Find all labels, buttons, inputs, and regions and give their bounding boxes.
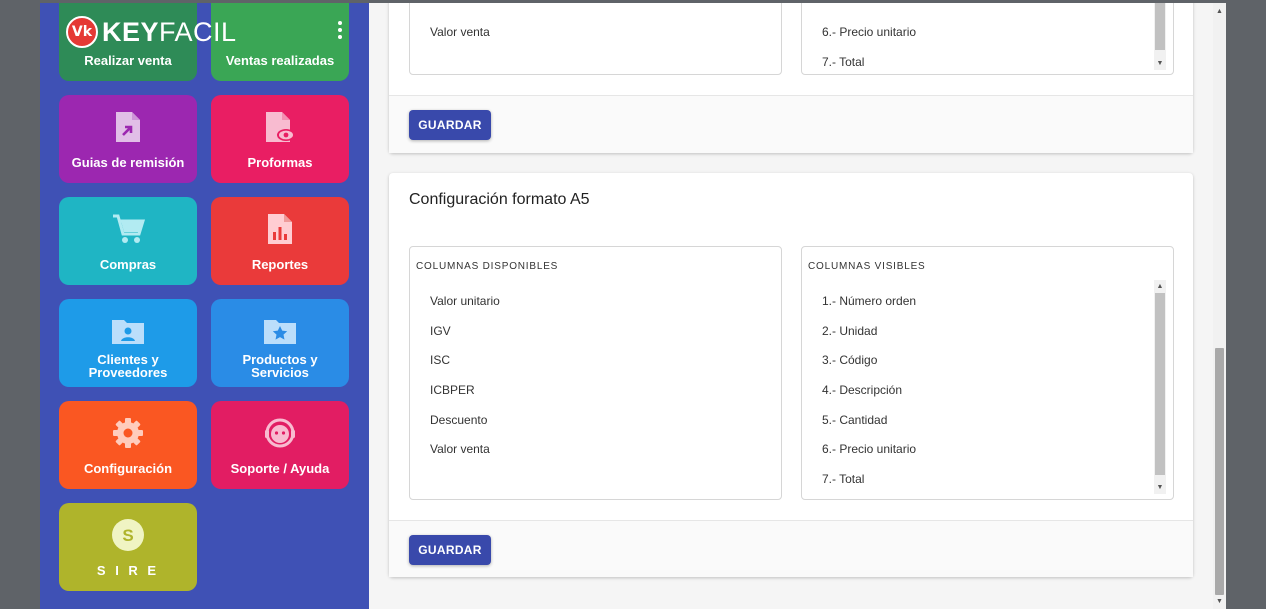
list-item[interactable]: 4.- Descripción [822,383,902,397]
tile-label: S I R E [96,563,160,578]
tile-label: Compras [99,257,157,272]
config-card-previous: Valor venta 6.- Precio unitario 7.- Tota… [389,3,1193,153]
tile-clientes-proveedores[interactable]: Clientes y Proveedores [59,299,197,387]
save-button[interactable]: GUARDAR [409,110,491,140]
scroll-up-icon[interactable]: ▲ [1213,5,1226,17]
tile-reportes[interactable]: Reportes [211,197,349,285]
tile-guias-remision[interactable]: Guias de remisión [59,95,197,183]
tile-label: Clientes y Proveedores [88,352,168,380]
list-item[interactable]: 2.- Unidad [822,324,877,338]
list-scrollbar[interactable]: ▲ ▼ [1154,280,1166,494]
visible-columns-list[interactable]: 6.- Precio unitario 7.- Total ▼ [801,3,1174,75]
tile-label: Configuración [83,461,173,476]
list-item[interactable]: Descuento [430,413,487,427]
logo-mark: Vk [66,16,98,48]
tile-label: Reportes [251,257,309,272]
folder-person-icon [111,313,145,349]
list-item[interactable]: 3.- Código [822,353,877,367]
tile-label: Productos y Servicios [242,352,318,380]
folder-star-icon [263,313,297,349]
card-title: Configuración formato A5 [409,191,590,208]
tile-compras[interactable]: Compras [59,197,197,285]
tile-sire[interactable]: S S I R E [59,503,197,591]
tile-label: Realizar venta [84,53,172,68]
support-face-icon [263,415,297,451]
file-arrow-icon [111,109,145,145]
list-item[interactable]: Valor unitario [430,294,500,308]
tile-label: Proformas [247,155,313,170]
svg-text:S: S [122,526,133,545]
save-button[interactable]: GUARDAR [409,535,491,565]
scroll-down-icon[interactable]: ▼ [1154,57,1166,69]
config-card-a5: Configuración formato A5 COLUMNAS DISPON… [389,173,1193,577]
tile-soporte-ayuda[interactable]: Soporte / Ayuda [211,401,349,489]
list-item[interactable]: 7.- Total [822,472,864,486]
list-item[interactable]: IGV [430,324,451,338]
scrollbar-thumb[interactable] [1155,3,1165,50]
list-item[interactable]: 1.- Número orden [822,294,916,308]
tile-label: Ventas realizadas [225,53,335,68]
visible-columns-list[interactable]: COLUMNAS VISIBLES 1.- Número orden 2.- U… [801,246,1174,500]
logo-wordmark: KEYFACIL [102,16,237,47]
tile-label: Guias de remisión [71,155,185,170]
scrollbar-thumb[interactable] [1155,293,1165,475]
tile-proformas[interactable]: Proformas [211,95,349,183]
card-footer: GUARDAR [389,96,1193,153]
list-item[interactable]: 6.- Precio unitario [822,25,916,39]
more-options-icon[interactable] [330,17,350,43]
app-frame: Vk KEYFACIL Realizar venta Ventas realiz… [40,3,1226,609]
card-footer: GUARDAR [389,521,1193,577]
cart-icon [111,211,145,247]
list-item[interactable]: 6.- Precio unitario [822,442,916,456]
tile-label: Soporte / Ayuda [230,461,330,476]
page-scrollbar[interactable]: ▲ ▼ [1213,3,1226,609]
available-columns-list[interactable]: Valor venta [409,3,782,75]
list-item[interactable]: ISC [430,353,450,367]
list-header: COLUMNAS DISPONIBLES [416,261,559,272]
file-chart-icon [263,211,297,247]
list-scrollbar[interactable]: ▼ [1154,3,1166,70]
gear-icon [111,415,145,451]
scrollbar-thumb[interactable] [1215,348,1224,595]
list-item[interactable]: Valor venta [430,25,490,39]
sidebar: Vk KEYFACIL Realizar venta Ventas realiz… [40,3,369,609]
list-item[interactable]: 5.- Cantidad [822,413,887,427]
file-eye-icon [263,109,297,145]
sire-icon: S [111,517,145,553]
tile-productos-servicios[interactable]: Productos y Servicios [211,299,349,387]
tile-configuracion[interactable]: Configuración [59,401,197,489]
main-content: Valor venta 6.- Precio unitario 7.- Tota… [369,3,1213,609]
list-item[interactable]: Valor venta [430,442,490,456]
list-item[interactable]: 7.- Total [822,55,864,69]
scroll-down-icon[interactable]: ▼ [1154,481,1166,493]
brand-logo[interactable]: Vk KEYFACIL [66,15,237,49]
available-columns-list[interactable]: COLUMNAS DISPONIBLES Valor unitario IGV … [409,246,782,500]
list-header: COLUMNAS VISIBLES [808,261,926,272]
list-item[interactable]: ICBPER [430,383,475,397]
scroll-up-icon[interactable]: ▲ [1154,280,1166,292]
scroll-down-icon[interactable]: ▼ [1213,595,1226,607]
